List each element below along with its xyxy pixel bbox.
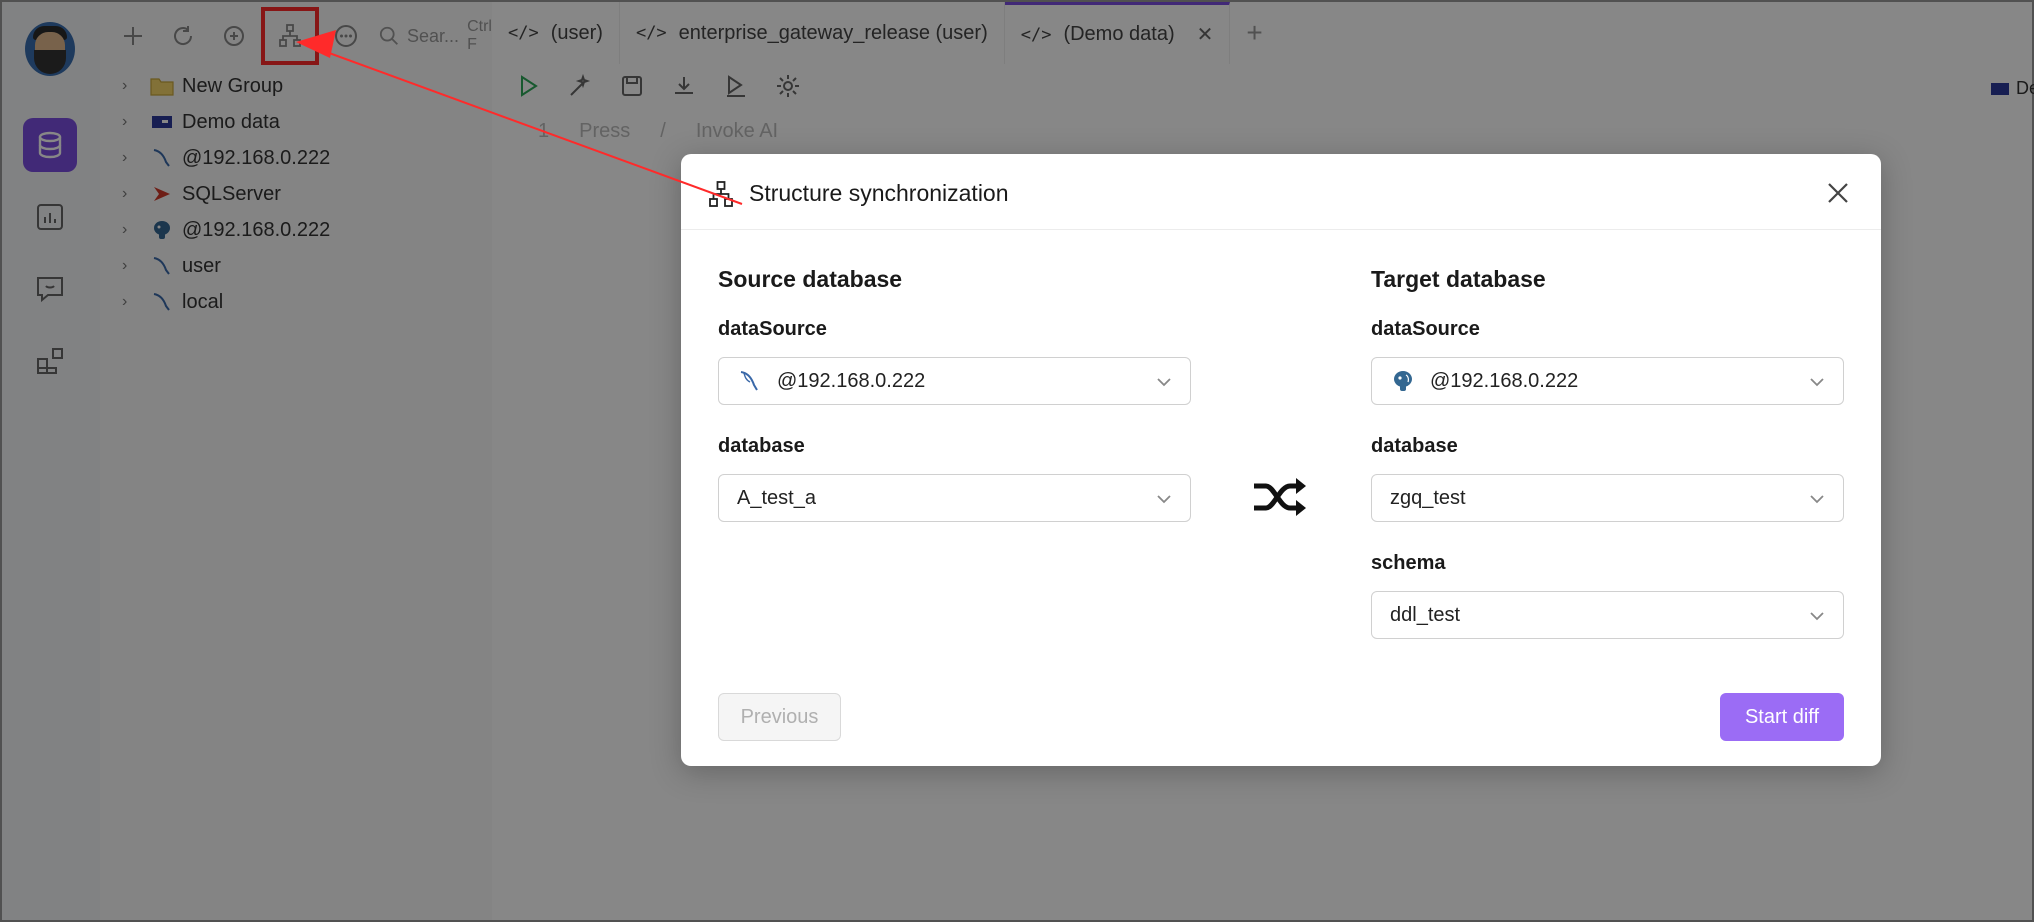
chevron-down-icon: [1810, 378, 1824, 387]
source-database-label: database: [718, 435, 805, 457]
chevron-down-icon: [1810, 495, 1824, 504]
close-dialog-button[interactable]: [1823, 178, 1853, 208]
target-datasource-label: dataSource: [1371, 318, 1480, 340]
start-diff-button[interactable]: Start diff: [1720, 693, 1844, 741]
dialog-header: Structure synchronization: [681, 154, 1881, 230]
chevron-down-icon: [1157, 495, 1171, 504]
postgresql-icon: [1390, 368, 1416, 394]
target-database-select[interactable]: zgq_test: [1371, 474, 1844, 522]
target-database-value: zgq_test: [1390, 486, 1466, 509]
target-datasource-value: @192.168.0.222: [1430, 369, 1579, 392]
target-schema-label: schema: [1371, 552, 1446, 574]
source-database-select[interactable]: A_test_a: [718, 474, 1191, 522]
source-datasource-select[interactable]: @192.168.0.222: [718, 357, 1191, 405]
close-icon: [1828, 183, 1848, 203]
target-schema-value: ddl_test: [1390, 603, 1461, 626]
source-database-heading: Source database: [718, 266, 903, 292]
target-datasource-select[interactable]: @192.168.0.222: [1371, 357, 1844, 405]
source-database-value: A_test_a: [737, 486, 816, 509]
shuffle-icon[interactable]: [1252, 472, 1308, 522]
dialog-title: Structure synchronization: [749, 180, 1009, 206]
previous-button[interactable]: Previous: [718, 693, 841, 741]
mysql-icon: [737, 368, 763, 394]
target-database-label: database: [1371, 435, 1458, 457]
structure-sync-dialog: Structure synchronization Source databas…: [681, 154, 1881, 766]
target-schema-select[interactable]: ddl_test: [1371, 591, 1844, 639]
hierarchy-icon: [709, 181, 733, 207]
target-database-heading: Target database: [1371, 266, 1546, 292]
chevron-down-icon: [1810, 612, 1824, 621]
source-datasource-label: dataSource: [718, 318, 827, 340]
chevron-down-icon: [1157, 378, 1171, 387]
source-datasource-value: @192.168.0.222: [777, 369, 926, 392]
